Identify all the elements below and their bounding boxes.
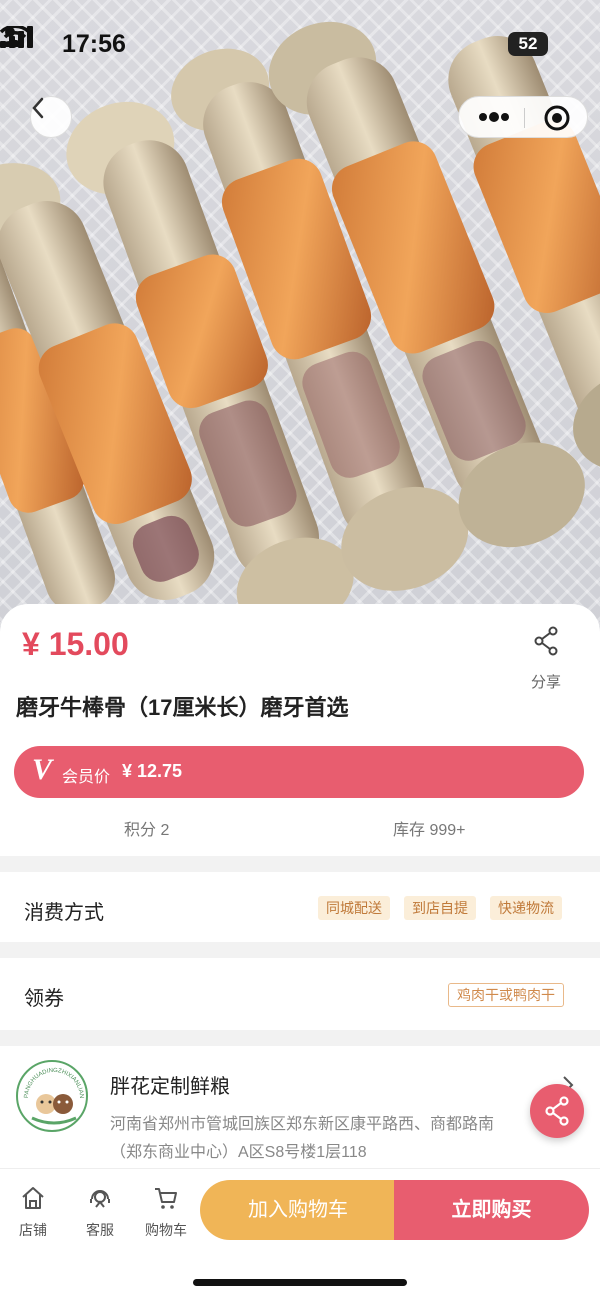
back-button[interactable] (30, 96, 72, 138)
shopping-cart-icon (155, 1188, 177, 1209)
coupon-tag[interactable]: 鸡肉干或鸭肉干 (448, 983, 564, 1007)
tag-store-pickup: 到店自提 (404, 896, 476, 920)
tab-store[interactable]: 店铺 (3, 1185, 63, 1240)
stock-info: 库存 999+ (393, 822, 466, 839)
store-logo: PANGHUADINGZHIXIANLIANG (16, 1060, 88, 1132)
battery-level: 52 (508, 32, 548, 56)
tab-customer-service-label: 客服 (86, 1222, 114, 1238)
customer-service-icon (90, 1190, 110, 1208)
floating-share-button[interactable] (530, 1084, 584, 1138)
capsule-divider (524, 108, 525, 128)
chevron-left-icon (32, 97, 44, 119)
store-name: 胖花定制鲜粮 (110, 1076, 230, 1098)
member-price-bar[interactable]: V 会员价 ¥ 12.75 (14, 746, 584, 798)
svg-text:PANGHUADINGZHIXIANLIANG: PANGHUADINGZHIXIANLIANG (18, 1062, 84, 1098)
member-price-value: ¥ 12.75 (122, 761, 183, 781)
store-address-line2: （郑东商业中心）A区S8号楼1层118 (110, 1144, 367, 1161)
add-to-cart-button[interactable]: 加入购物车 (200, 1180, 396, 1240)
product-info-card: ¥ 15.00 分享 磨牙牛棒骨（17厘米长）磨牙首选 V 会员价 ¥ 12.7… (0, 604, 600, 856)
bottom-action-bar: 店铺 客服 购物车 加入购物车 立即购买 (0, 1168, 600, 1300)
coupon-label: 领券 (24, 988, 64, 1010)
share-icon (534, 626, 558, 656)
product-photo[interactable]: 17:56 52 (0, 0, 600, 660)
more-menu-icon[interactable] (477, 107, 511, 127)
product-title: 磨牙牛棒骨（17厘米长）磨牙首选 (16, 695, 349, 720)
store-icon (22, 1187, 44, 1209)
status-bar: 17:56 52 (0, 26, 600, 66)
home-indicator[interactable] (193, 1279, 407, 1286)
miniprogram-capsule (458, 96, 588, 138)
close-miniprogram-icon[interactable] (543, 104, 571, 132)
vip-badge-icon: V (32, 753, 53, 786)
tab-customer-service[interactable]: 客服 (70, 1185, 130, 1240)
member-price-label: 会员价 (62, 769, 111, 786)
share-label: 分享 (530, 674, 561, 691)
store-row[interactable]: PANGHUADINGZHIXIANLIANG 胖花定制鲜粮 河南省郑州市管城回… (0, 1046, 600, 1168)
store-address-line1: 河南省郑州市管城回族区郑东新区康平路西、商都路南 (110, 1116, 495, 1133)
tab-cart[interactable]: 购物车 (136, 1185, 196, 1240)
points-info: 积分 2 (124, 822, 170, 839)
store-logo-image: PANGHUADINGZHIXIANLIANG (18, 1062, 84, 1125)
share-button[interactable]: 分享 (524, 626, 568, 692)
consumption-method-row: 消费方式 同城配送 到店自提 快递物流 (0, 872, 600, 942)
tag-local-delivery: 同城配送 (318, 896, 390, 920)
coupon-row[interactable]: 领券 鸡肉干或鸭肉干 (0, 958, 600, 1030)
tag-express: 快递物流 (490, 896, 562, 920)
consumption-label: 消费方式 (24, 902, 104, 924)
status-time: 17:56 (62, 30, 126, 58)
tab-store-label: 店铺 (19, 1222, 47, 1238)
product-price: ¥ 15.00 (22, 626, 129, 662)
share-icon (545, 1096, 569, 1126)
wifi-icon (0, 26, 30, 48)
tab-cart-label: 购物车 (145, 1222, 187, 1238)
buy-now-button[interactable]: 立即购买 (394, 1180, 589, 1240)
